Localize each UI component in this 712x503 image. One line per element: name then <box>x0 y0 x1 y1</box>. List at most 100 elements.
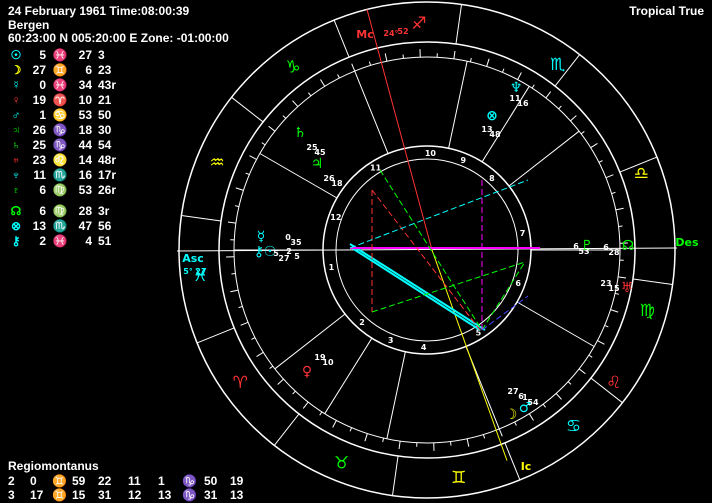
house-number: 7 <box>520 229 526 238</box>
degree-tick <box>588 354 593 358</box>
chart-planet-icon: ☿ <box>257 229 266 245</box>
chart-planet-icon: ♃ <box>311 156 324 172</box>
degree-tick <box>234 205 240 208</box>
degree-tick <box>319 411 323 416</box>
degree-tick <box>245 172 250 176</box>
degree-tick <box>498 428 503 437</box>
chart-planet-minute: 54 <box>527 398 539 407</box>
sign-divider <box>273 413 300 446</box>
degree-tick <box>337 74 340 79</box>
degree-tick <box>558 105 562 110</box>
house-cusp-line <box>354 70 389 154</box>
chart-planet-minute: 48 <box>489 130 501 139</box>
degree-tick <box>351 63 356 72</box>
degree-tick <box>230 289 239 293</box>
degree-tick <box>320 79 326 87</box>
degree-tick <box>332 420 337 428</box>
degree-tick <box>618 276 627 279</box>
degree-tick <box>555 393 562 400</box>
chart-planet-icon: ♄ <box>294 125 307 141</box>
house-number: 12 <box>330 213 341 222</box>
degree-tick <box>580 131 585 135</box>
degree-tick <box>531 84 535 89</box>
aspect-line <box>371 189 481 331</box>
house-number: 11 <box>370 164 382 173</box>
degree-tick <box>542 403 546 408</box>
aspect-line <box>481 295 529 331</box>
aspect-line <box>349 243 486 331</box>
sign-divider <box>181 214 222 222</box>
degree-tick <box>382 437 385 443</box>
house-cusp-line <box>508 130 580 187</box>
house-number: 9 <box>461 156 467 165</box>
ic-label: Ic <box>521 460 532 473</box>
chart-planet-icon: ♅ <box>621 280 634 296</box>
house-number: 3 <box>388 336 394 345</box>
asc-minute: 27 <box>195 267 206 276</box>
degree-tick <box>611 191 616 195</box>
zodiac-sign-icon: ♎ <box>634 164 649 184</box>
house-cusp-line <box>448 61 468 149</box>
chart-planet-icon: ⊗ <box>486 108 498 124</box>
sign-divider <box>391 455 399 496</box>
degree-tick <box>453 50 456 59</box>
degree-tick <box>251 337 256 340</box>
zodiac-sign-icon: ♐ <box>411 14 426 34</box>
zodiac-sign-icon: ♒ <box>209 153 224 173</box>
degree-tick <box>615 207 624 211</box>
zodiac-sign-icon: ♌ <box>606 373 621 393</box>
chart-planet-minute: 15 <box>608 284 620 293</box>
zodiac-sign-icon: ♊ <box>451 468 466 488</box>
chart-planet-minute: 10 <box>322 358 334 367</box>
degree-tick <box>567 381 572 385</box>
chart-planet-minute: 53 <box>578 247 589 256</box>
ic-axis <box>431 249 508 461</box>
aspect-line <box>349 179 529 249</box>
degree-tick <box>614 292 620 295</box>
chart-planet-minute: 16 <box>517 99 529 108</box>
degree-tick <box>486 58 490 67</box>
degree-tick <box>292 390 296 395</box>
zodiac-sign-icon: ♋ <box>566 417 581 437</box>
degree-tick <box>570 115 577 122</box>
degree-tick <box>364 433 368 442</box>
degree-tick <box>308 92 312 97</box>
degree-tick <box>604 324 609 328</box>
zodiac-sign-icon: ♈ <box>233 373 248 393</box>
zodiac-sign-icon: ♑ <box>285 58 300 78</box>
degree-tick <box>349 427 353 432</box>
sign-divider <box>632 278 673 286</box>
sign-divider <box>196 327 235 344</box>
house-number: 2 <box>359 318 365 327</box>
chart-planet-icon: ⚷ <box>254 244 264 260</box>
degree-tick <box>268 125 276 132</box>
mc-axis <box>366 9 433 251</box>
degree-tick <box>597 340 605 345</box>
aspect-line <box>371 261 526 313</box>
degree-tick <box>605 174 614 179</box>
degree-tick <box>368 61 372 66</box>
degree-tick <box>261 142 266 146</box>
degree-tick <box>249 155 257 160</box>
chart-planet-degree: 27 <box>507 387 518 396</box>
degree-tick <box>598 160 603 163</box>
sign-divider <box>504 442 521 481</box>
degree-tick <box>238 305 243 309</box>
chart-wheel[interactable]: 123456789101112♍♎♏♐♑♒♓♈♉♊♋♌Mc 24°52Asc5° 2… <box>0 0 712 503</box>
house-cusp-line <box>274 313 346 370</box>
house-number: 10 <box>425 149 437 158</box>
chart-planet-minute: 18 <box>331 179 343 188</box>
house-number: 6 <box>515 279 521 288</box>
sign-divider <box>231 96 264 123</box>
degree-tick <box>466 438 470 447</box>
degree-tick <box>292 100 299 107</box>
house-cusp-line <box>516 301 595 347</box>
house-number: 4 <box>421 343 427 352</box>
degree-tick <box>282 115 287 119</box>
zodiac-sign-icon: ♏ <box>550 55 565 75</box>
degree-tick <box>277 378 284 385</box>
chart-planet-minute: 5 <box>294 252 300 261</box>
degree-tick <box>235 187 244 191</box>
degree-tick <box>610 309 619 313</box>
mc-label: Mc <box>356 28 373 41</box>
